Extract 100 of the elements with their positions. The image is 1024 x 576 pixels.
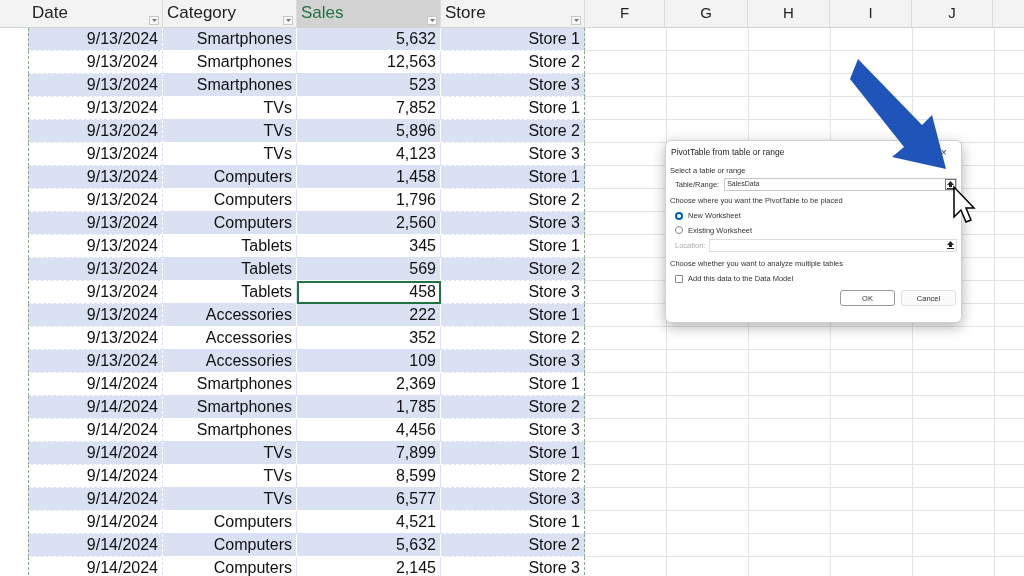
table-cell: Store 1 — [441, 511, 585, 534]
column-header[interactable]: F — [585, 0, 665, 27]
table-cell: 9/13/2024 — [28, 97, 163, 120]
table-cell: Store 2 — [441, 51, 585, 74]
table-cell: 523 — [297, 74, 441, 97]
table-cell: 569 — [297, 258, 441, 281]
table-cell: 9/13/2024 — [28, 28, 163, 51]
table-cell: Store 2 — [441, 120, 585, 143]
table-cell: 9/13/2024 — [28, 327, 163, 350]
table-cell: Tablets — [163, 281, 297, 304]
table-cell: 1,458 — [297, 166, 441, 189]
table-cell: 9/13/2024 — [28, 51, 163, 74]
table-cell: TVs — [163, 97, 297, 120]
table-cell: 9/13/2024 — [28, 189, 163, 212]
table-cell: Accessories — [163, 304, 297, 327]
table-cell: Store 1 — [441, 97, 585, 120]
table-cell: 9/14/2024 — [28, 511, 163, 534]
table-cell: 4,521 — [297, 511, 441, 534]
table-cell: 345 — [297, 235, 441, 258]
table-cell: Accessories — [163, 350, 297, 373]
table-cell: Tablets — [163, 235, 297, 258]
table-cell: Store 2 — [441, 534, 585, 557]
table-cell: Store 2 — [441, 327, 585, 350]
table-cell: 7,899 — [297, 442, 441, 465]
table-cell: 9/14/2024 — [28, 534, 163, 557]
table-cell: Store 3 — [441, 281, 585, 304]
table-cell: 458 — [297, 281, 441, 304]
table-cell: 2,560 — [297, 212, 441, 235]
table-cell: Store 2 — [441, 465, 585, 488]
table-cell: Store 3 — [441, 419, 585, 442]
table-cell: TVs — [163, 488, 297, 511]
table-cell: Store 1 — [441, 235, 585, 258]
table-cell: TVs — [163, 442, 297, 465]
column-header[interactable]: Store — [441, 0, 585, 27]
column-header[interactable]: H — [748, 0, 830, 27]
table-cell: Store 1 — [441, 442, 585, 465]
table-cell: 9/13/2024 — [28, 258, 163, 281]
table-cell: 5,632 — [297, 534, 441, 557]
table-cell: 4,123 — [297, 143, 441, 166]
column-header[interactable]: Sales — [297, 0, 441, 27]
table-cell: Store 2 — [441, 396, 585, 419]
table-cell: 9/14/2024 — [28, 442, 163, 465]
table-cell: 9/14/2024 — [28, 557, 163, 576]
table-cell: 5,896 — [297, 120, 441, 143]
table-cell: 8,599 — [297, 465, 441, 488]
table-cell: 9/13/2024 — [28, 166, 163, 189]
column-header[interactable]: J — [912, 0, 993, 27]
table-cell: 7,852 — [297, 97, 441, 120]
table-cell: 4,456 — [297, 419, 441, 442]
table-cell: 9/13/2024 — [28, 143, 163, 166]
table-cell: Store 1 — [441, 166, 585, 189]
table-cell: 352 — [297, 327, 441, 350]
column-header[interactable]: G — [665, 0, 748, 27]
table-cell: Store 1 — [441, 28, 585, 51]
table-cell: 9/13/2024 — [28, 350, 163, 373]
column-header[interactable]: Date — [28, 0, 163, 27]
table-cell: 9/13/2024 — [28, 120, 163, 143]
column-header[interactable]: I — [830, 0, 912, 27]
table-cell: 109 — [297, 350, 441, 373]
table-cell: TVs — [163, 120, 297, 143]
table-cell: 9/14/2024 — [28, 373, 163, 396]
table-cell: Store 2 — [441, 258, 585, 281]
table-cell: 12,563 — [297, 51, 441, 74]
table-cell: Computers — [163, 189, 297, 212]
table-cell: Store 3 — [441, 488, 585, 511]
table-cell: 9/14/2024 — [28, 419, 163, 442]
table-cell: Store 3 — [441, 143, 585, 166]
table-cell: 1,785 — [297, 396, 441, 419]
table-cell: 9/13/2024 — [28, 212, 163, 235]
table-cell: 5,632 — [297, 28, 441, 51]
table-cell: TVs — [163, 465, 297, 488]
table-cell: Tablets — [163, 258, 297, 281]
table-cell: 9/13/2024 — [28, 281, 163, 304]
table-cell: Store 1 — [441, 373, 585, 396]
table-cell: Store 2 — [441, 189, 585, 212]
table-cell: 2,369 — [297, 373, 441, 396]
table-cell: TVs — [163, 143, 297, 166]
table-cell: Accessories — [163, 327, 297, 350]
table-cell: 6,577 — [297, 488, 441, 511]
table-cell: Smartphones — [163, 396, 297, 419]
table-cell: 9/14/2024 — [28, 488, 163, 511]
table-cell: Store 3 — [441, 212, 585, 235]
table-cell: 9/14/2024 — [28, 465, 163, 488]
dialog-title: PivotTable from table or range — [671, 146, 785, 159]
table-cell: Computers — [163, 166, 297, 189]
table-cell: Store 3 — [441, 74, 585, 97]
table-cell: 9/13/2024 — [28, 304, 163, 327]
table-cell: Smartphones — [163, 28, 297, 51]
table-cell: Computers — [163, 534, 297, 557]
close-button[interactable]: × — [940, 146, 947, 158]
table-cell: 9/13/2024 — [28, 74, 163, 97]
table-cell: Store 3 — [441, 350, 585, 373]
table-cell: 9/14/2024 — [28, 396, 163, 419]
table-cell: Smartphones — [163, 74, 297, 97]
table-cell: Computers — [163, 212, 297, 235]
table-cell: Computers — [163, 511, 297, 534]
table-cell: 222 — [297, 304, 441, 327]
table-cell: 1,796 — [297, 189, 441, 212]
table-cell: Smartphones — [163, 51, 297, 74]
table-cell: Smartphones — [163, 373, 297, 396]
